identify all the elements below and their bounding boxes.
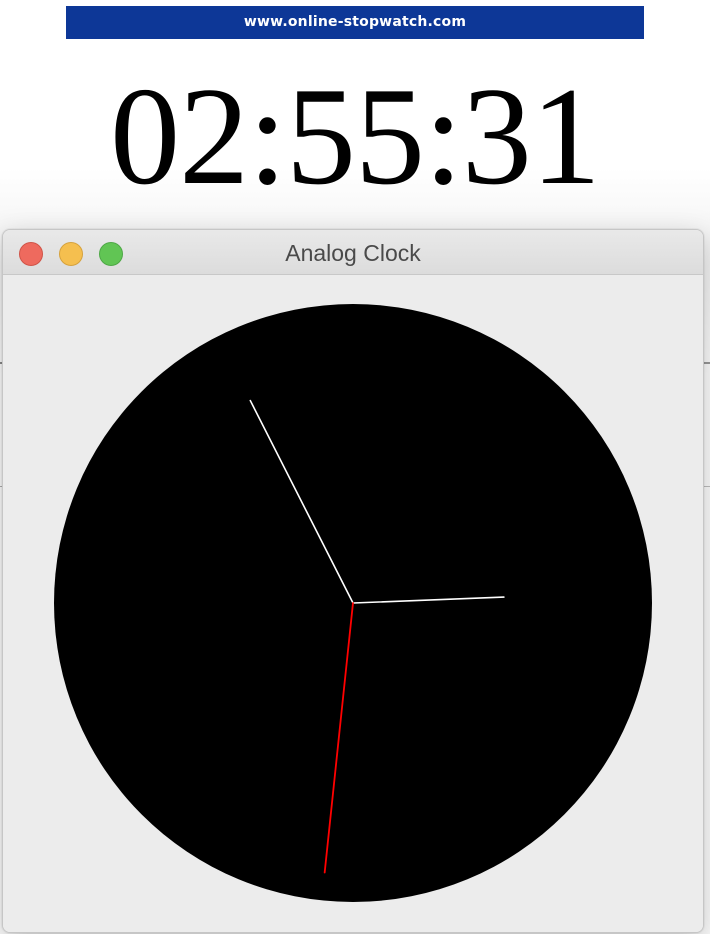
window-titlebar[interactable]: Analog Clock <box>3 230 703 275</box>
website-banner[interactable]: www.online-stopwatch.com <box>66 6 644 39</box>
analog-clock-window: Analog Clock <box>2 229 704 933</box>
website-digital-time: 02:55:31 <box>110 59 601 214</box>
analog-clock <box>54 304 652 902</box>
clock-content <box>3 275 703 932</box>
screen: www.online-stopwatch.com 02:55:31 Analog… <box>0 0 710 934</box>
window-title: Analog Clock <box>285 240 421 266</box>
